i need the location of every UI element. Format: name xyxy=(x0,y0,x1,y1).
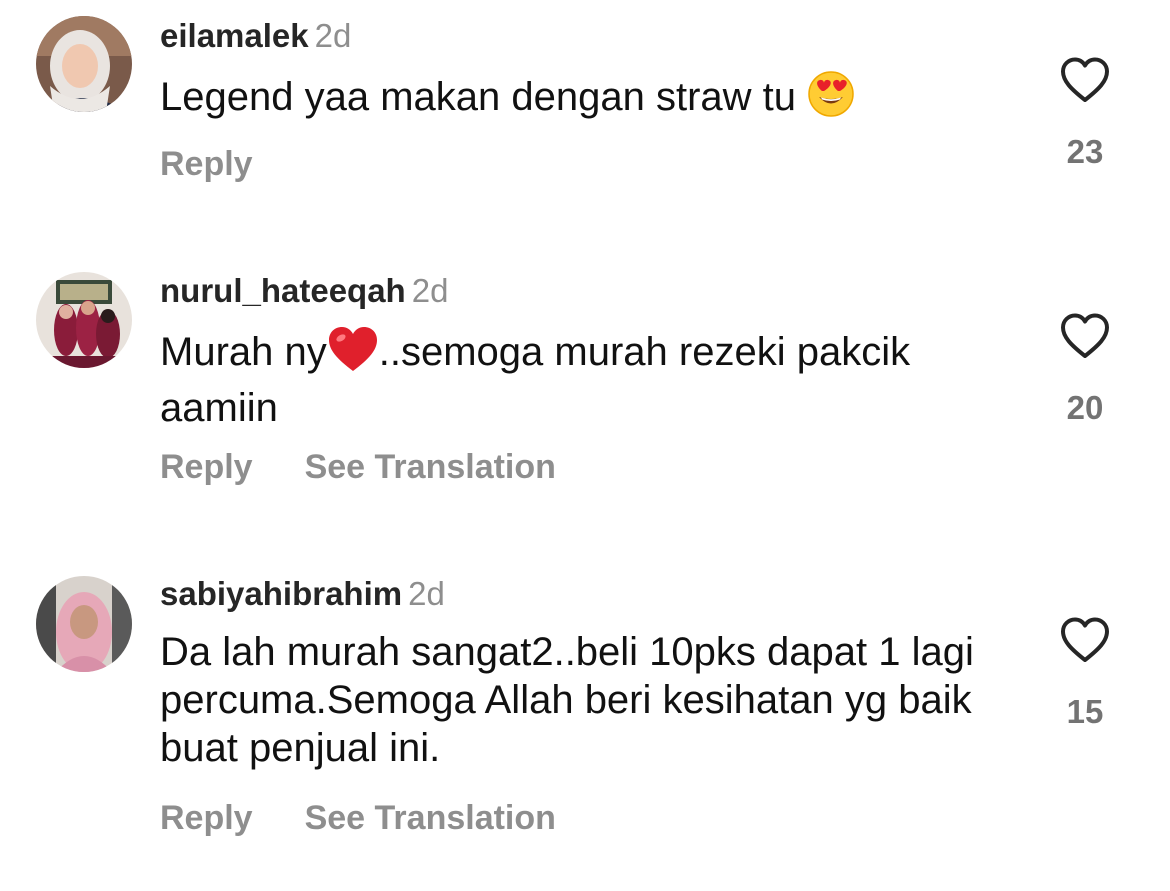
timestamp: 2d xyxy=(411,272,449,309)
reply-button[interactable]: Reply xyxy=(160,799,253,837)
heart-outline-icon[interactable] xyxy=(1059,56,1111,104)
comment-text-content: Murah ny xyxy=(160,330,327,374)
comment-text: Legend yaa makan dengan straw tu xyxy=(160,70,1020,129)
see-translation-button[interactable]: See Translation xyxy=(305,799,556,837)
avatar[interactable] xyxy=(36,16,132,112)
timestamp: 2d xyxy=(314,17,352,54)
like-column: 23 xyxy=(1050,56,1120,172)
red-heart-emoji-icon xyxy=(327,325,379,384)
comment-actions: Reply See Translation xyxy=(160,447,556,487)
heart-eyes-emoji-icon xyxy=(807,70,855,129)
comment-text-content: Da lah murah sangat2..beli 10pks dapat 1… xyxy=(160,630,974,770)
comment-actions: Reply xyxy=(160,144,253,184)
like-column: 20 xyxy=(1050,312,1120,428)
like-count: 20 xyxy=(1066,389,1104,426)
comment-text: Da lah murah sangat2..beli 10pks dapat 1… xyxy=(160,628,1020,772)
reply-button[interactable]: Reply xyxy=(160,448,253,486)
comment-header: eilamalek 2d xyxy=(160,16,351,56)
like-column: 15 xyxy=(1050,616,1120,732)
like-count: 23 xyxy=(1066,133,1104,170)
timestamp: 2d xyxy=(408,575,445,612)
like-count: 15 xyxy=(1066,693,1104,730)
avatar[interactable] xyxy=(36,272,132,368)
username[interactable]: eilamalek xyxy=(160,17,309,54)
username[interactable]: sabiyahibrahim xyxy=(160,575,402,612)
comment-header: sabiyahibrahim 2d xyxy=(160,574,445,614)
comment-text-content: Legend yaa makan dengan straw tu xyxy=(160,75,796,119)
comment-header: nurul_hateeqah 2d xyxy=(160,271,448,311)
avatar[interactable] xyxy=(36,576,132,672)
comment-text: Murah ny ..semoga murah rezeki pakcik aam… xyxy=(160,325,1020,432)
comment-actions: Reply See Translation xyxy=(160,798,556,838)
see-translation-button[interactable]: See Translation xyxy=(305,448,556,486)
username[interactable]: nurul_hateeqah xyxy=(160,272,406,309)
heart-outline-icon[interactable] xyxy=(1059,616,1111,664)
reply-button[interactable]: Reply xyxy=(160,145,253,183)
heart-outline-icon[interactable] xyxy=(1059,312,1111,360)
